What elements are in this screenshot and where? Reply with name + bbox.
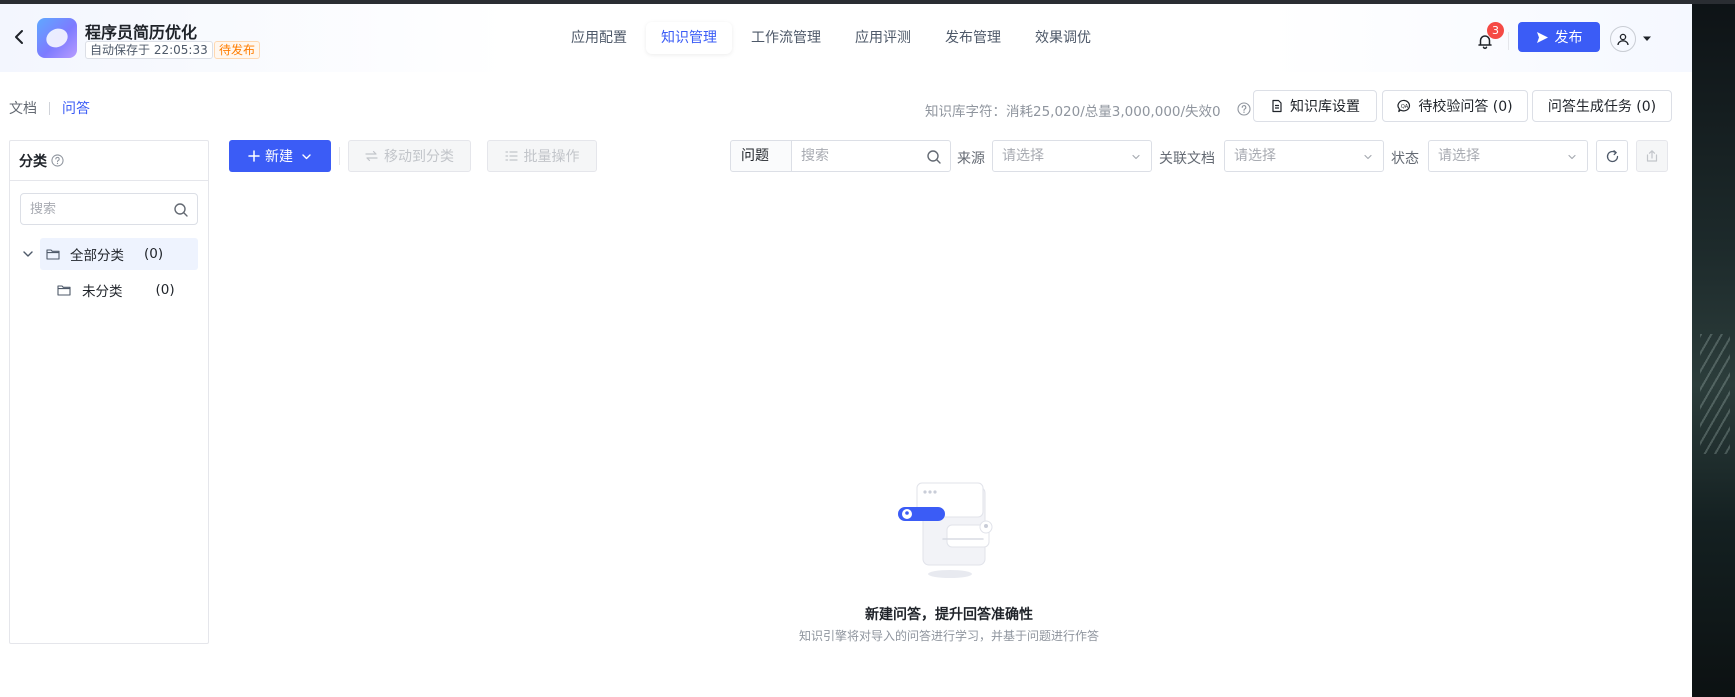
search-icon[interactable]: [926, 149, 942, 165]
tab-app-evaluation[interactable]: 应用评测: [840, 22, 926, 54]
chevron-down-icon: [1568, 154, 1576, 160]
subtab-qa[interactable]: 问答: [62, 98, 90, 118]
move-to-category-button[interactable]: 移动到分类: [348, 140, 471, 172]
document-icon: [1272, 99, 1282, 113]
chevron-down-icon: [1132, 154, 1140, 160]
pending-verify-label: 待校验问答 (0): [1418, 99, 1513, 115]
qa-chat-icon: QA: [1397, 99, 1411, 113]
chevron-down-icon: [1364, 154, 1372, 160]
autosave-label: 自动保存于 22:05:33: [85, 41, 213, 59]
publish-button[interactable]: 发布: [1518, 22, 1600, 52]
batch-operation-button[interactable]: 批量操作: [487, 140, 597, 172]
content-subtabs: 文档 问答: [9, 98, 90, 118]
caret-down-icon: [1643, 36, 1651, 41]
category-search-box: [20, 193, 198, 225]
subtab-docs[interactable]: 文档: [9, 98, 37, 118]
app-logo: [37, 18, 77, 58]
top-header: 程序员简历优化 自动保存于 22:05:33 待发布 应用配置 知识管理 工作流…: [0, 4, 1692, 72]
toolbar-divider: [339, 147, 340, 165]
help-circle-icon[interactable]: [1237, 102, 1251, 116]
background-desktop-edge: [1692, 4, 1735, 697]
tree-item-count: (0): [144, 246, 164, 262]
help-circle-icon[interactable]: [51, 154, 64, 167]
kb-settings-button[interactable]: 知识库设置: [1253, 90, 1377, 122]
avatar: [1610, 26, 1636, 52]
tree-item-count: (0): [155, 282, 175, 298]
pending-verify-button[interactable]: QA 待校验问答 (0): [1382, 90, 1528, 122]
filter-status-select[interactable]: 请选择: [1428, 140, 1588, 172]
category-panel-header: 分类: [10, 141, 208, 181]
category-panel-title: 分类: [19, 153, 47, 170]
app-window: 程序员简历优化 自动保存于 22:05:33 待发布 应用配置 知识管理 工作流…: [0, 4, 1692, 697]
tab-knowledge-management[interactable]: 知识管理: [646, 22, 732, 54]
chevron-down-icon[interactable]: [22, 248, 34, 260]
back-arrow-icon[interactable]: [10, 28, 28, 46]
subtab-divider: [49, 101, 50, 115]
tab-app-config[interactable]: 应用配置: [556, 22, 642, 54]
empty-state-illustration: [898, 482, 993, 578]
move-to-category-label: 移动到分类: [384, 149, 454, 165]
filter-status-placeholder: 请选择: [1438, 148, 1480, 164]
qa-search-box: [791, 140, 951, 172]
main-nav: 应用配置 知识管理 工作流管理 应用评测 发布管理 效果调优: [556, 22, 1106, 54]
refresh-icon: [1606, 149, 1618, 162]
plus-icon: [248, 150, 260, 162]
tab-workflow-management[interactable]: 工作流管理: [736, 22, 836, 54]
empty-state-title: 新建问答，提升回答准确性: [865, 607, 1033, 623]
user-icon: [1617, 33, 1629, 46]
export-icon: [1646, 150, 1658, 162]
filter-source-select[interactable]: 请选择: [992, 140, 1152, 172]
list-check-icon: [504, 151, 518, 161]
tree-item-all-categories[interactable]: 全部分类 (0): [40, 238, 198, 270]
notification-count-badge: 3: [1487, 22, 1504, 39]
folder-icon: [46, 249, 60, 260]
user-menu[interactable]: [1610, 26, 1658, 52]
tree-item-uncategorized[interactable]: 未分类 (0): [57, 274, 198, 306]
tab-release-management[interactable]: 发布管理: [930, 22, 1016, 54]
filter-related-doc-label: 关联文档: [1159, 151, 1215, 167]
filter-source-placeholder: 请选择: [1002, 148, 1044, 164]
export-button[interactable]: [1636, 140, 1668, 172]
filter-source-label: 来源: [957, 151, 985, 167]
empty-state-description: 知识引擎将对导入的问答进行学习，并基于问题进行作答: [798, 629, 1099, 643]
batch-operation-label: 批量操作: [523, 149, 580, 165]
knowledge-quota-text: 知识库字符：消耗25,020/总量3,000,000/失效0: [925, 104, 1221, 120]
tree-item-label: 未分类: [82, 284, 123, 300]
header-divider: [1508, 32, 1509, 50]
folder-icon: [57, 285, 71, 296]
qa-generate-task-button[interactable]: 问答生成任务 (0): [1532, 90, 1672, 122]
tab-effect-tuning[interactable]: 效果调优: [1020, 22, 1106, 54]
app-title: 程序员简历优化: [85, 23, 198, 42]
category-search-input[interactable]: [21, 194, 161, 224]
swap-arrows-icon: [365, 150, 378, 162]
chevron-down-icon: [302, 153, 311, 159]
filter-related-doc-select[interactable]: 请选择: [1224, 140, 1384, 172]
kb-settings-label: 知识库设置: [1290, 99, 1360, 115]
publish-button-label: 发布: [1554, 30, 1583, 46]
query-field-select[interactable]: 问题: [730, 140, 792, 172]
qa-generate-task-label: 问答生成任务 (0): [1547, 99, 1657, 115]
filter-status-label: 状态: [1391, 151, 1419, 167]
new-qa-button-label: 新建: [265, 149, 293, 165]
send-icon: [1536, 31, 1548, 43]
new-qa-button[interactable]: 新建: [229, 140, 331, 172]
status-badge: 待发布: [214, 41, 261, 59]
qa-search-input[interactable]: [792, 141, 922, 171]
refresh-button[interactable]: [1596, 140, 1628, 172]
svg-text:QA: QA: [1401, 104, 1409, 110]
filter-related-doc-placeholder: 请选择: [1234, 148, 1276, 164]
category-panel: 分类 全部分类 (0): [9, 140, 209, 644]
search-icon[interactable]: [173, 202, 189, 218]
tree-item-label: 全部分类: [70, 248, 124, 264]
